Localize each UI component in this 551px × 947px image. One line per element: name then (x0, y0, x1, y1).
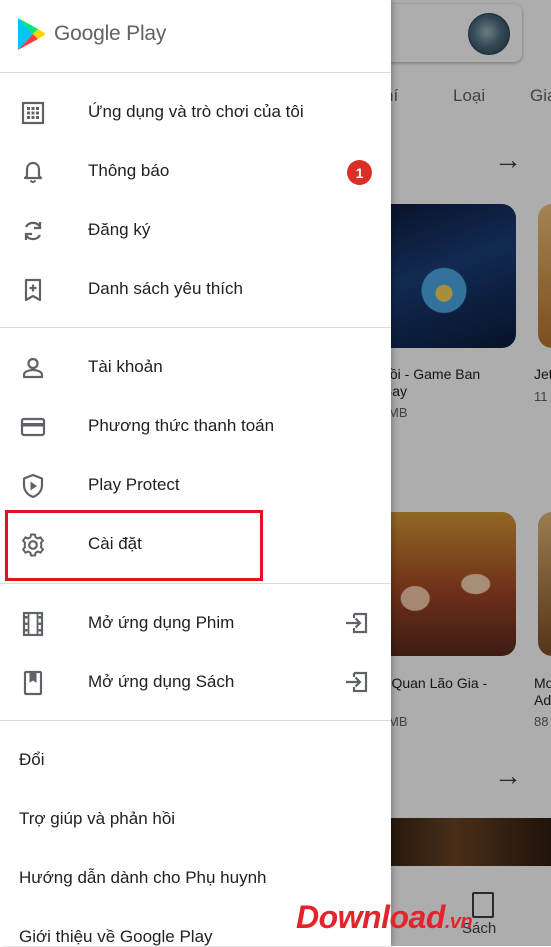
menu-item-label: Đăng ký (88, 220, 151, 239)
brand-name: Google Play (54, 22, 167, 45)
menu-item-account[interactable]: Tài khoản (0, 338, 391, 396)
shield-play-icon (22, 473, 44, 499)
bell-icon (23, 161, 43, 183)
menu-link-redeem[interactable]: Đổi (19, 750, 45, 770)
menu-item-play-protect[interactable]: Play Protect (0, 456, 391, 514)
notification-count-badge: 1 (347, 160, 372, 185)
refresh-icon (24, 221, 42, 241)
menu-item-label: Ứng dụng và trò chơi của tôi (88, 102, 304, 121)
menu-item-label: Phương thức thanh toán (88, 416, 275, 435)
bookmark-add-icon (24, 278, 42, 302)
menu-item-wishlist[interactable]: Danh sách yêu thích (0, 260, 391, 318)
menu-item-subscriptions[interactable]: Đăng ký (0, 201, 391, 259)
watermark-text: Download (296, 899, 445, 935)
menu-link-about-google-play[interactable]: Giới thiệu về Google Play (19, 927, 213, 947)
credit-card-icon (20, 417, 46, 437)
menu-item-label: Tài khoản (88, 357, 163, 376)
menu-item-open-movies-app[interactable]: Mở ứng dụng Phim (0, 594, 391, 652)
film-icon (22, 611, 44, 637)
divider (0, 327, 391, 328)
menu-item-label: Play Protect (88, 475, 180, 494)
apps-grid-icon (21, 101, 45, 125)
google-play-logo-icon (18, 18, 45, 50)
menu-item-label: Mở ứng dụng Phim (88, 613, 235, 632)
settings-highlight-box (5, 510, 263, 581)
menu-link-parent-guide[interactable]: Hướng dẫn dành cho Phụ huynh (19, 868, 267, 888)
menu-item-label: Mở ứng dụng Sách (88, 672, 235, 691)
menu-item-notifications[interactable]: Thông báo (0, 142, 391, 200)
book-icon (23, 670, 43, 696)
menu-item-payment-methods[interactable]: Phương thức thanh toán (0, 397, 391, 455)
person-icon (22, 357, 44, 379)
watermark-suffix: .vn (444, 911, 473, 933)
menu-item-label: Danh sách yêu thích (88, 279, 243, 298)
divider (0, 720, 391, 721)
open-external-icon (346, 671, 368, 693)
navigation-drawer: Google Play Ứng dụng và trò chơi của tôi… (0, 0, 391, 946)
open-external-icon (346, 612, 368, 634)
menu-item-my-apps[interactable]: Ứng dụng và trò chơi của tôi (0, 83, 391, 141)
menu-link-help-feedback[interactable]: Trợ giúp và phản hồi (19, 809, 175, 829)
download-vn-watermark: Download.vn (296, 899, 473, 936)
divider (0, 72, 391, 73)
menu-item-label: Thông báo (88, 161, 170, 180)
divider (0, 583, 391, 584)
menu-item-open-books-app[interactable]: Mở ứng dụng Sách (0, 653, 391, 711)
brand-header: Google Play (16, 16, 166, 52)
